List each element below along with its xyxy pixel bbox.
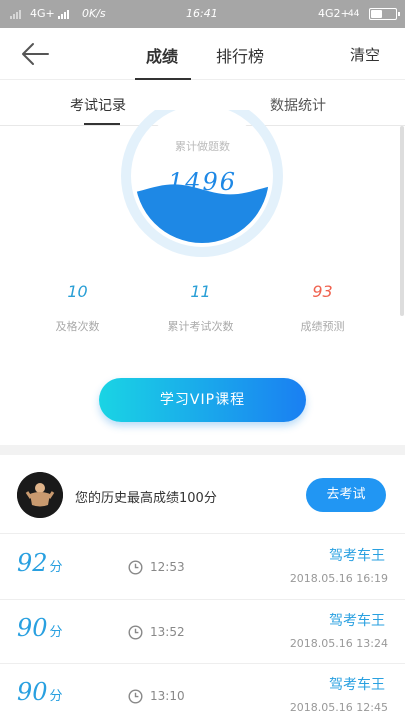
record-title: 驾考车王	[329, 613, 385, 629]
tab-scores[interactable]: 成绩	[146, 43, 178, 67]
record-title: 驾考车王	[329, 548, 385, 564]
vip-course-button[interactable]: 学习VIP课程	[99, 378, 306, 422]
tab-leaderboard[interactable]: 排行榜	[216, 43, 264, 67]
record-score: 90 分	[17, 678, 63, 706]
record-title: 驾考车王	[329, 677, 385, 693]
pass-count-value: 10	[67, 282, 88, 301]
clock-icon	[128, 689, 143, 704]
clock-icon	[128, 625, 143, 640]
table-row[interactable]: 90 分 13:52 驾考车王 2018.05.16 13:24	[0, 600, 405, 664]
record-date: 2018.05.16 16:19	[289, 572, 388, 585]
clock-time: 16:41	[186, 7, 218, 20]
subtab-exam-records[interactable]: 考试记录	[70, 95, 126, 115]
record-score: 92 分	[17, 549, 63, 577]
table-row[interactable]: 90 分 13:10 驾考车王 2018.05.16 12:45	[0, 664, 405, 720]
battery-icon	[369, 8, 400, 20]
gauge-label: 累计做题数	[175, 140, 230, 153]
take-exam-button[interactable]: 去考试	[306, 478, 386, 512]
network-type-right: 4G2+	[318, 7, 350, 20]
exam-count-label: 累计考试次数	[167, 320, 234, 333]
active-tab-indicator	[135, 78, 191, 80]
scrollbar[interactable]	[400, 126, 404, 316]
record-duration: 13:10	[150, 689, 185, 703]
record-date: 2018.05.16 12:45	[289, 701, 388, 714]
signal-icon	[58, 9, 69, 19]
score-prediction-label: 成绩预测	[300, 320, 345, 333]
record-duration: 13:52	[150, 625, 185, 639]
gauge-value: 1496	[167, 168, 238, 196]
table-row[interactable]: 92 分 12:53 驾考车王 2018.05.16 16:19	[0, 535, 405, 599]
back-arrow-icon[interactable]	[20, 41, 50, 67]
record-duration: 12:53	[150, 560, 185, 574]
clock-icon	[128, 560, 143, 575]
network-speed: 0K/s	[82, 7, 106, 20]
record-score: 90 分	[17, 614, 63, 642]
avatar	[17, 472, 63, 518]
signal-icon	[10, 9, 21, 19]
clear-button[interactable]: 清空	[350, 44, 380, 65]
score-prediction-value: 93	[312, 282, 333, 301]
pass-count-label: 及格次数	[55, 320, 100, 333]
network-type-left: 4G+	[30, 7, 55, 20]
subtab-indicator	[84, 123, 120, 125]
top-nav: 成绩 排行榜 清空	[0, 28, 405, 80]
status-bar: 4G+ 0K/s 16:41 4G2+ 44	[0, 0, 405, 28]
section-divider	[0, 445, 405, 455]
best-score-text: 您的历史最高成绩100分	[75, 491, 217, 506]
battery-level: 44	[348, 9, 360, 19]
row-divider	[0, 533, 405, 534]
record-date: 2018.05.16 13:24	[289, 637, 388, 650]
exam-count-value: 11	[190, 282, 211, 301]
